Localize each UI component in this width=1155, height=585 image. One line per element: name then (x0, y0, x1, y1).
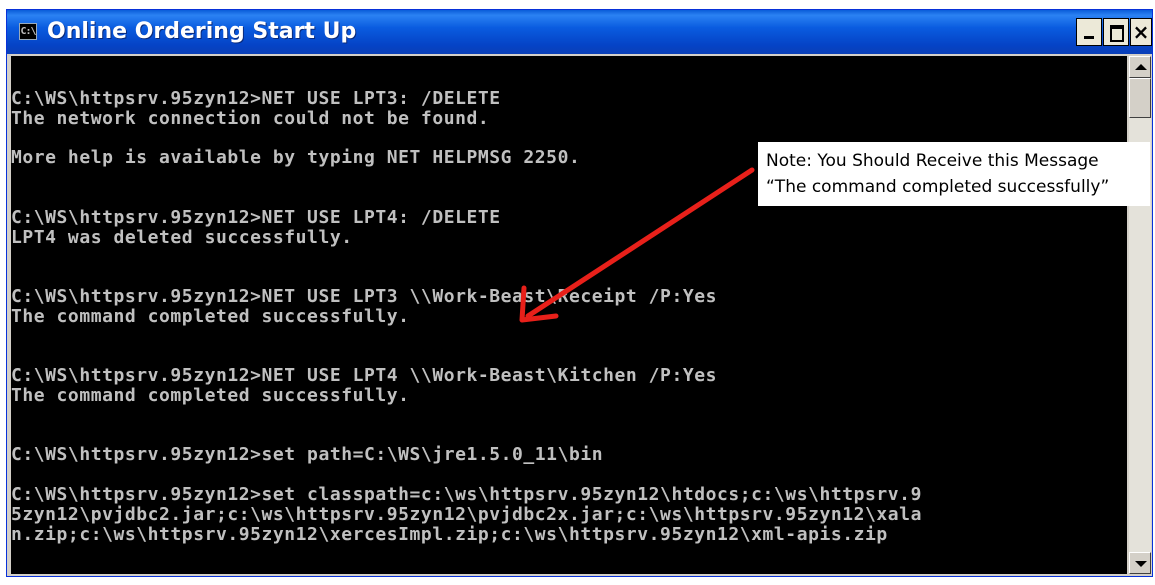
arrow-shaft (525, 167, 755, 319)
annotation-arrow-icon (519, 167, 755, 323)
